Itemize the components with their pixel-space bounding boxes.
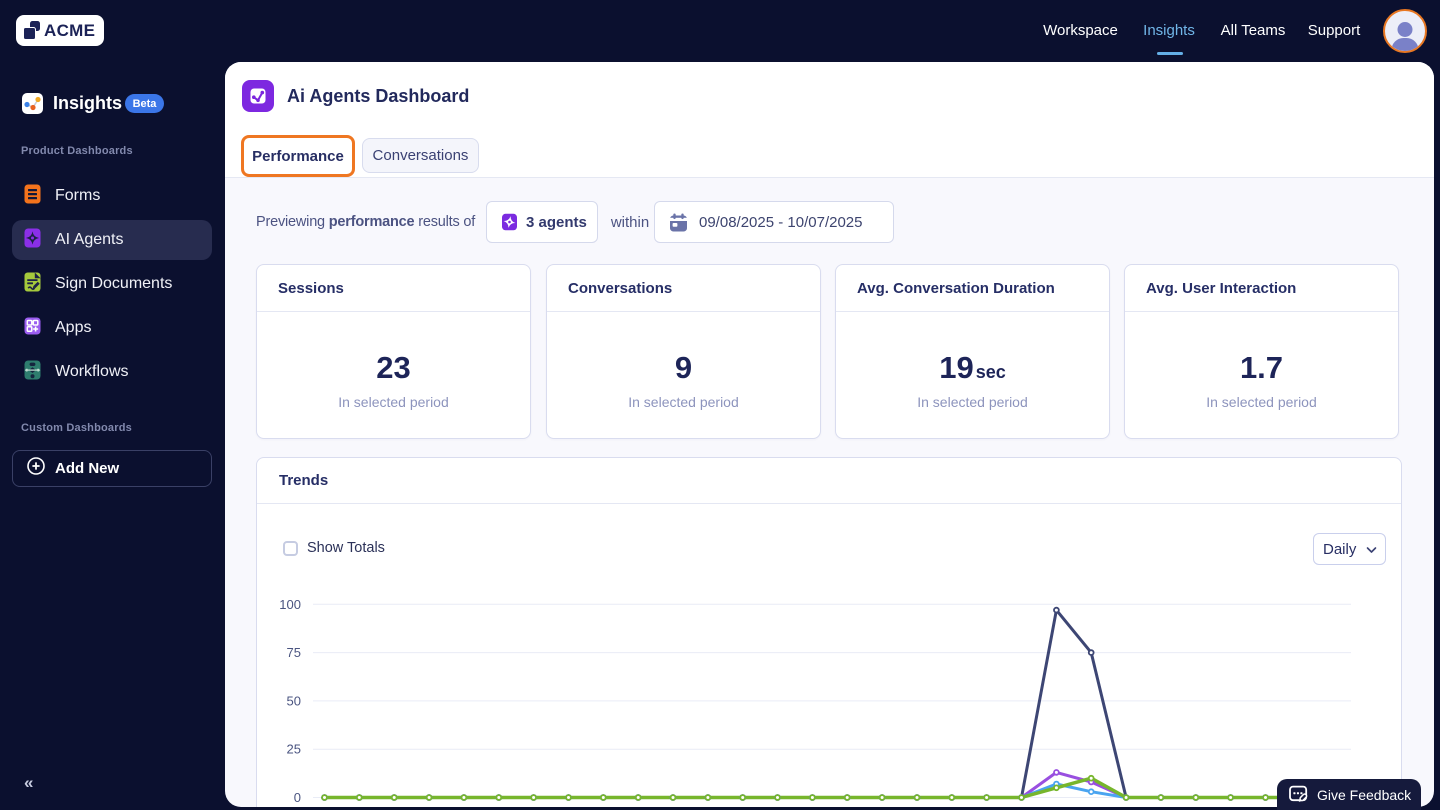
svg-text:75: 75 [287,645,301,660]
svg-text:50: 50 [287,693,301,708]
svg-text:0: 0 [294,790,301,805]
svg-text:25: 25 [287,742,301,757]
svg-text:100: 100 [279,597,301,612]
